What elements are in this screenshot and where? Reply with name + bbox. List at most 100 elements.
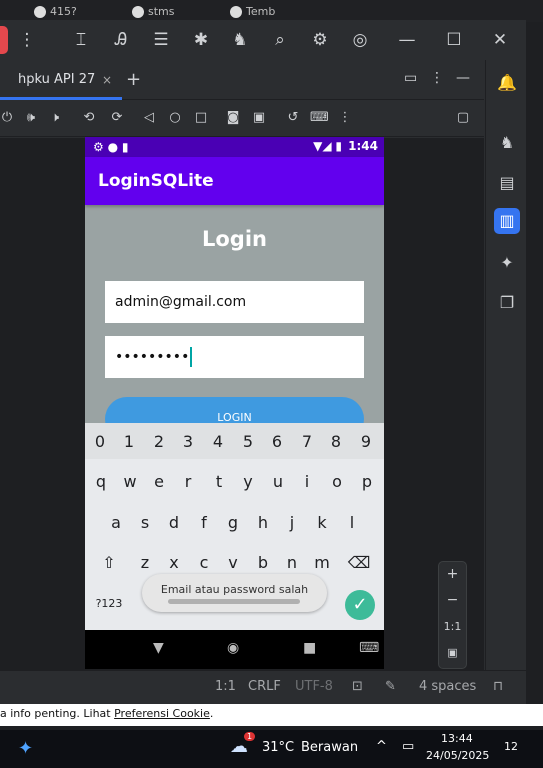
file-encoding[interactable]: UTF-8: [295, 679, 333, 694]
key-4[interactable]: 4: [206, 432, 230, 451]
nav-home-icon[interactable]: ◉: [227, 640, 239, 656]
key-q[interactable]: q: [89, 472, 113, 491]
cookie-preferences-link[interactable]: Preferensi Cookie: [114, 707, 210, 720]
more-icon[interactable]: ⋮: [16, 29, 38, 51]
key-7[interactable]: 7: [295, 432, 319, 451]
volume-up-icon[interactable]: 🕪: [22, 109, 40, 127]
minimize-icon[interactable]: —: [396, 29, 418, 51]
editor-config-icon[interactable]: ⊡: [352, 679, 363, 694]
device-mirror-icon[interactable]: ❐: [494, 290, 520, 316]
key-t[interactable]: t: [207, 472, 231, 491]
record-icon[interactable]: ▣: [250, 109, 268, 127]
key-r[interactable]: r: [176, 472, 200, 491]
rotate-right-icon[interactable]: ⟳: [108, 109, 126, 127]
key-5[interactable]: 5: [236, 432, 260, 451]
key-3[interactable]: 3: [176, 432, 200, 451]
key-u[interactable]: u: [266, 472, 290, 491]
key-l[interactable]: l: [340, 513, 364, 532]
symbols-key[interactable]: ?123: [94, 597, 124, 610]
hide-icon[interactable]: —: [456, 70, 470, 86]
device-manager-icon[interactable]: ▤: [494, 170, 520, 196]
key-h[interactable]: h: [251, 513, 275, 532]
overview-icon[interactable]: □: [192, 109, 210, 127]
gradle-icon[interactable]: ♞: [229, 29, 251, 51]
key-s[interactable]: s: [133, 513, 157, 532]
battery-icon[interactable]: ▭: [402, 739, 414, 754]
settings-icon[interactable]: ⚙: [309, 29, 331, 51]
more-icon[interactable]: ⋮: [430, 70, 444, 86]
indent-setting[interactable]: 4 spaces: [419, 679, 476, 694]
key-i[interactable]: i: [295, 472, 319, 491]
line-ending[interactable]: CRLF: [248, 679, 281, 694]
browser-tab[interactable]: stms: [132, 2, 175, 22]
zoom-reset-button[interactable]: 1:1: [439, 620, 466, 633]
window-icon[interactable]: ▭: [404, 70, 417, 86]
lock-icon[interactable]: ⊓: [493, 679, 503, 694]
shift-icon[interactable]: ⇧: [97, 553, 121, 572]
rotate-left-icon[interactable]: ⟲: [80, 109, 98, 127]
notifications-icon[interactable]: 🔔: [494, 70, 520, 96]
running-devices-icon[interactable]: ▥: [494, 208, 520, 234]
key-p[interactable]: p: [355, 472, 379, 491]
ai-icon[interactable]: ✎: [385, 679, 396, 694]
close-icon[interactable]: ✕: [489, 29, 511, 51]
snapshot-icon[interactable]: ↺: [284, 109, 302, 127]
notification-count[interactable]: 12: [504, 740, 518, 753]
more-icon[interactable]: ⋮: [336, 109, 354, 127]
gradle-icon[interactable]: ♞: [494, 130, 520, 156]
cursor-position[interactable]: 1:1: [215, 679, 236, 694]
email-field[interactable]: admin@gmail.com: [105, 281, 364, 323]
key-z[interactable]: z: [133, 553, 157, 572]
camera-icon[interactable]: ◙: [224, 109, 242, 127]
zoom-out-button[interactable]: −: [439, 592, 466, 608]
bug-icon[interactable]: ✱: [190, 29, 212, 51]
weather-text[interactable]: Berawan: [301, 740, 358, 755]
key-a[interactable]: a: [104, 513, 128, 532]
layout-icon[interactable]: ▢: [454, 109, 472, 127]
keyboard-switch-icon[interactable]: ⌨: [359, 640, 379, 656]
fit-screen-icon[interactable]: ▣: [439, 646, 466, 659]
zoom-in-button[interactable]: +: [439, 566, 466, 582]
power-icon[interactable]: ⏻: [0, 109, 16, 127]
list-icon[interactable]: ☰: [150, 29, 172, 51]
key-1[interactable]: 1: [117, 432, 141, 451]
app-icon[interactable]: ✦: [18, 738, 33, 759]
keyboard-icon[interactable]: ⌨: [310, 109, 329, 127]
key-6[interactable]: 6: [265, 432, 289, 451]
volume-down-icon[interactable]: 🕨: [46, 109, 64, 127]
maximize-icon[interactable]: ☐: [443, 29, 465, 51]
clock-date[interactable]: 24/05/2025: [426, 749, 489, 762]
key-o[interactable]: o: [325, 472, 349, 491]
gemini-icon[interactable]: ✦: [494, 250, 520, 276]
search-icon[interactable]: ⌕: [269, 29, 291, 51]
project-badge[interactable]: [0, 26, 8, 54]
clock-time[interactable]: 13:44: [441, 732, 473, 745]
key-k[interactable]: k: [310, 513, 334, 532]
translate-icon[interactable]: Ꭿ: [110, 29, 132, 51]
key-d[interactable]: d: [162, 513, 186, 532]
key-y[interactable]: y: [236, 472, 260, 491]
password-field[interactable]: •••••••••: [105, 336, 364, 378]
nav-back-icon[interactable]: ▼: [153, 640, 164, 656]
temperature[interactable]: 31°C: [262, 740, 294, 755]
key-e[interactable]: e: [147, 472, 171, 491]
key-8[interactable]: 8: [324, 432, 348, 451]
key-n[interactable]: n: [280, 553, 304, 572]
key-w[interactable]: w: [118, 472, 142, 491]
chevron-up-icon[interactable]: ^: [376, 739, 387, 754]
back-icon[interactable]: ◁: [140, 109, 158, 127]
browser-tab[interactable]: Temb: [230, 2, 275, 22]
browser-tab[interactable]: 415?: [34, 2, 77, 22]
nav-recents-icon[interactable]: ■: [303, 640, 316, 656]
key-m[interactable]: m: [310, 553, 334, 572]
key-2[interactable]: 2: [147, 432, 171, 451]
key-0[interactable]: 0: [88, 432, 112, 451]
tab-device[interactable]: hpku API 27: [0, 60, 95, 100]
key-9[interactable]: 9: [354, 432, 378, 451]
home-icon[interactable]: ○: [166, 109, 184, 127]
account-icon[interactable]: ◎: [349, 29, 371, 51]
format-icon[interactable]: ⌶: [70, 29, 92, 51]
key-c[interactable]: c: [192, 553, 216, 572]
backspace-icon[interactable]: ⌫: [347, 553, 371, 572]
key-j[interactable]: j: [280, 513, 304, 532]
